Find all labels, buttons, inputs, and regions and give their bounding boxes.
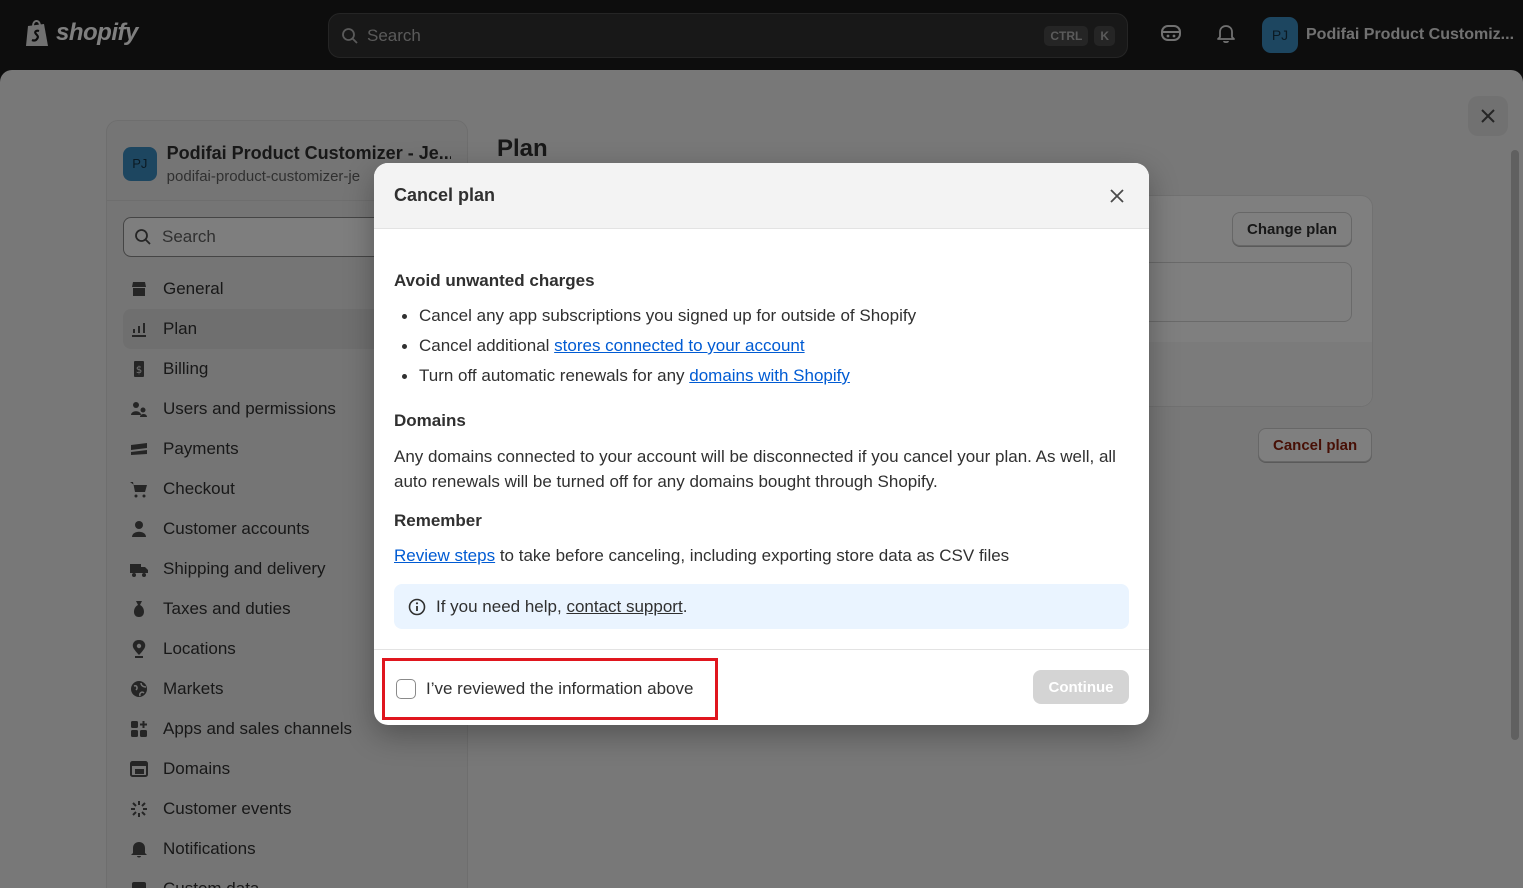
list-item: Cancel additional stores connected to yo…	[394, 335, 916, 365]
modal-header: Cancel plan	[374, 163, 1149, 229]
modal-close-button[interactable]	[1105, 184, 1129, 208]
review-steps-link[interactable]: Review steps	[394, 546, 495, 565]
help-banner: If you need help, contact support.	[394, 584, 1129, 629]
section-heading-charges: Avoid unwanted charges	[394, 271, 595, 290]
close-icon	[1110, 188, 1124, 203]
modal-title: Cancel plan	[394, 185, 496, 205]
list-item: Turn off automatic renewals for any doma…	[394, 365, 916, 395]
bullet-text: Cancel any app subscriptions you signed …	[419, 306, 917, 325]
modal-footer: I’ve reviewed the information above Cont…	[374, 649, 1149, 725]
charges-list: Cancel any app subscriptions you signed …	[394, 305, 916, 395]
remember-text: Review steps to take before canceling, i…	[394, 543, 1009, 568]
contact-support-link[interactable]: contact support	[566, 597, 682, 616]
review-checkbox-highlight[interactable]: I’ve reviewed the information above	[382, 658, 718, 720]
review-checkbox-label[interactable]: I’ve reviewed the information above	[426, 679, 693, 699]
remember-suffix: to take before canceling, including expo…	[495, 546, 1010, 565]
stores-connected-link[interactable]: stores connected to your account	[554, 336, 804, 355]
review-checkbox[interactable]	[396, 679, 416, 699]
domains-with-shopify-link[interactable]: domains with Shopify	[689, 366, 850, 385]
cancel-plan-modal: Cancel plan Avoid unwanted charges Cance…	[374, 163, 1149, 725]
bullet-text: Turn off automatic renewals for any	[419, 366, 690, 385]
continue-button[interactable]: Continue	[1033, 670, 1129, 704]
help-text: If you need help, contact support.	[436, 597, 687, 617]
info-icon	[408, 598, 426, 615]
section-heading-remember: Remember	[394, 511, 482, 530]
domains-description: Any domains connected to your account wi…	[394, 447, 1116, 491]
help-suffix: .	[682, 596, 688, 616]
help-prefix: If you need help,	[436, 596, 567, 616]
section-heading-domains: Domains	[394, 411, 466, 430]
list-item: Cancel any app subscriptions you signed …	[394, 305, 916, 335]
bullet-text: Cancel additional	[419, 336, 555, 355]
